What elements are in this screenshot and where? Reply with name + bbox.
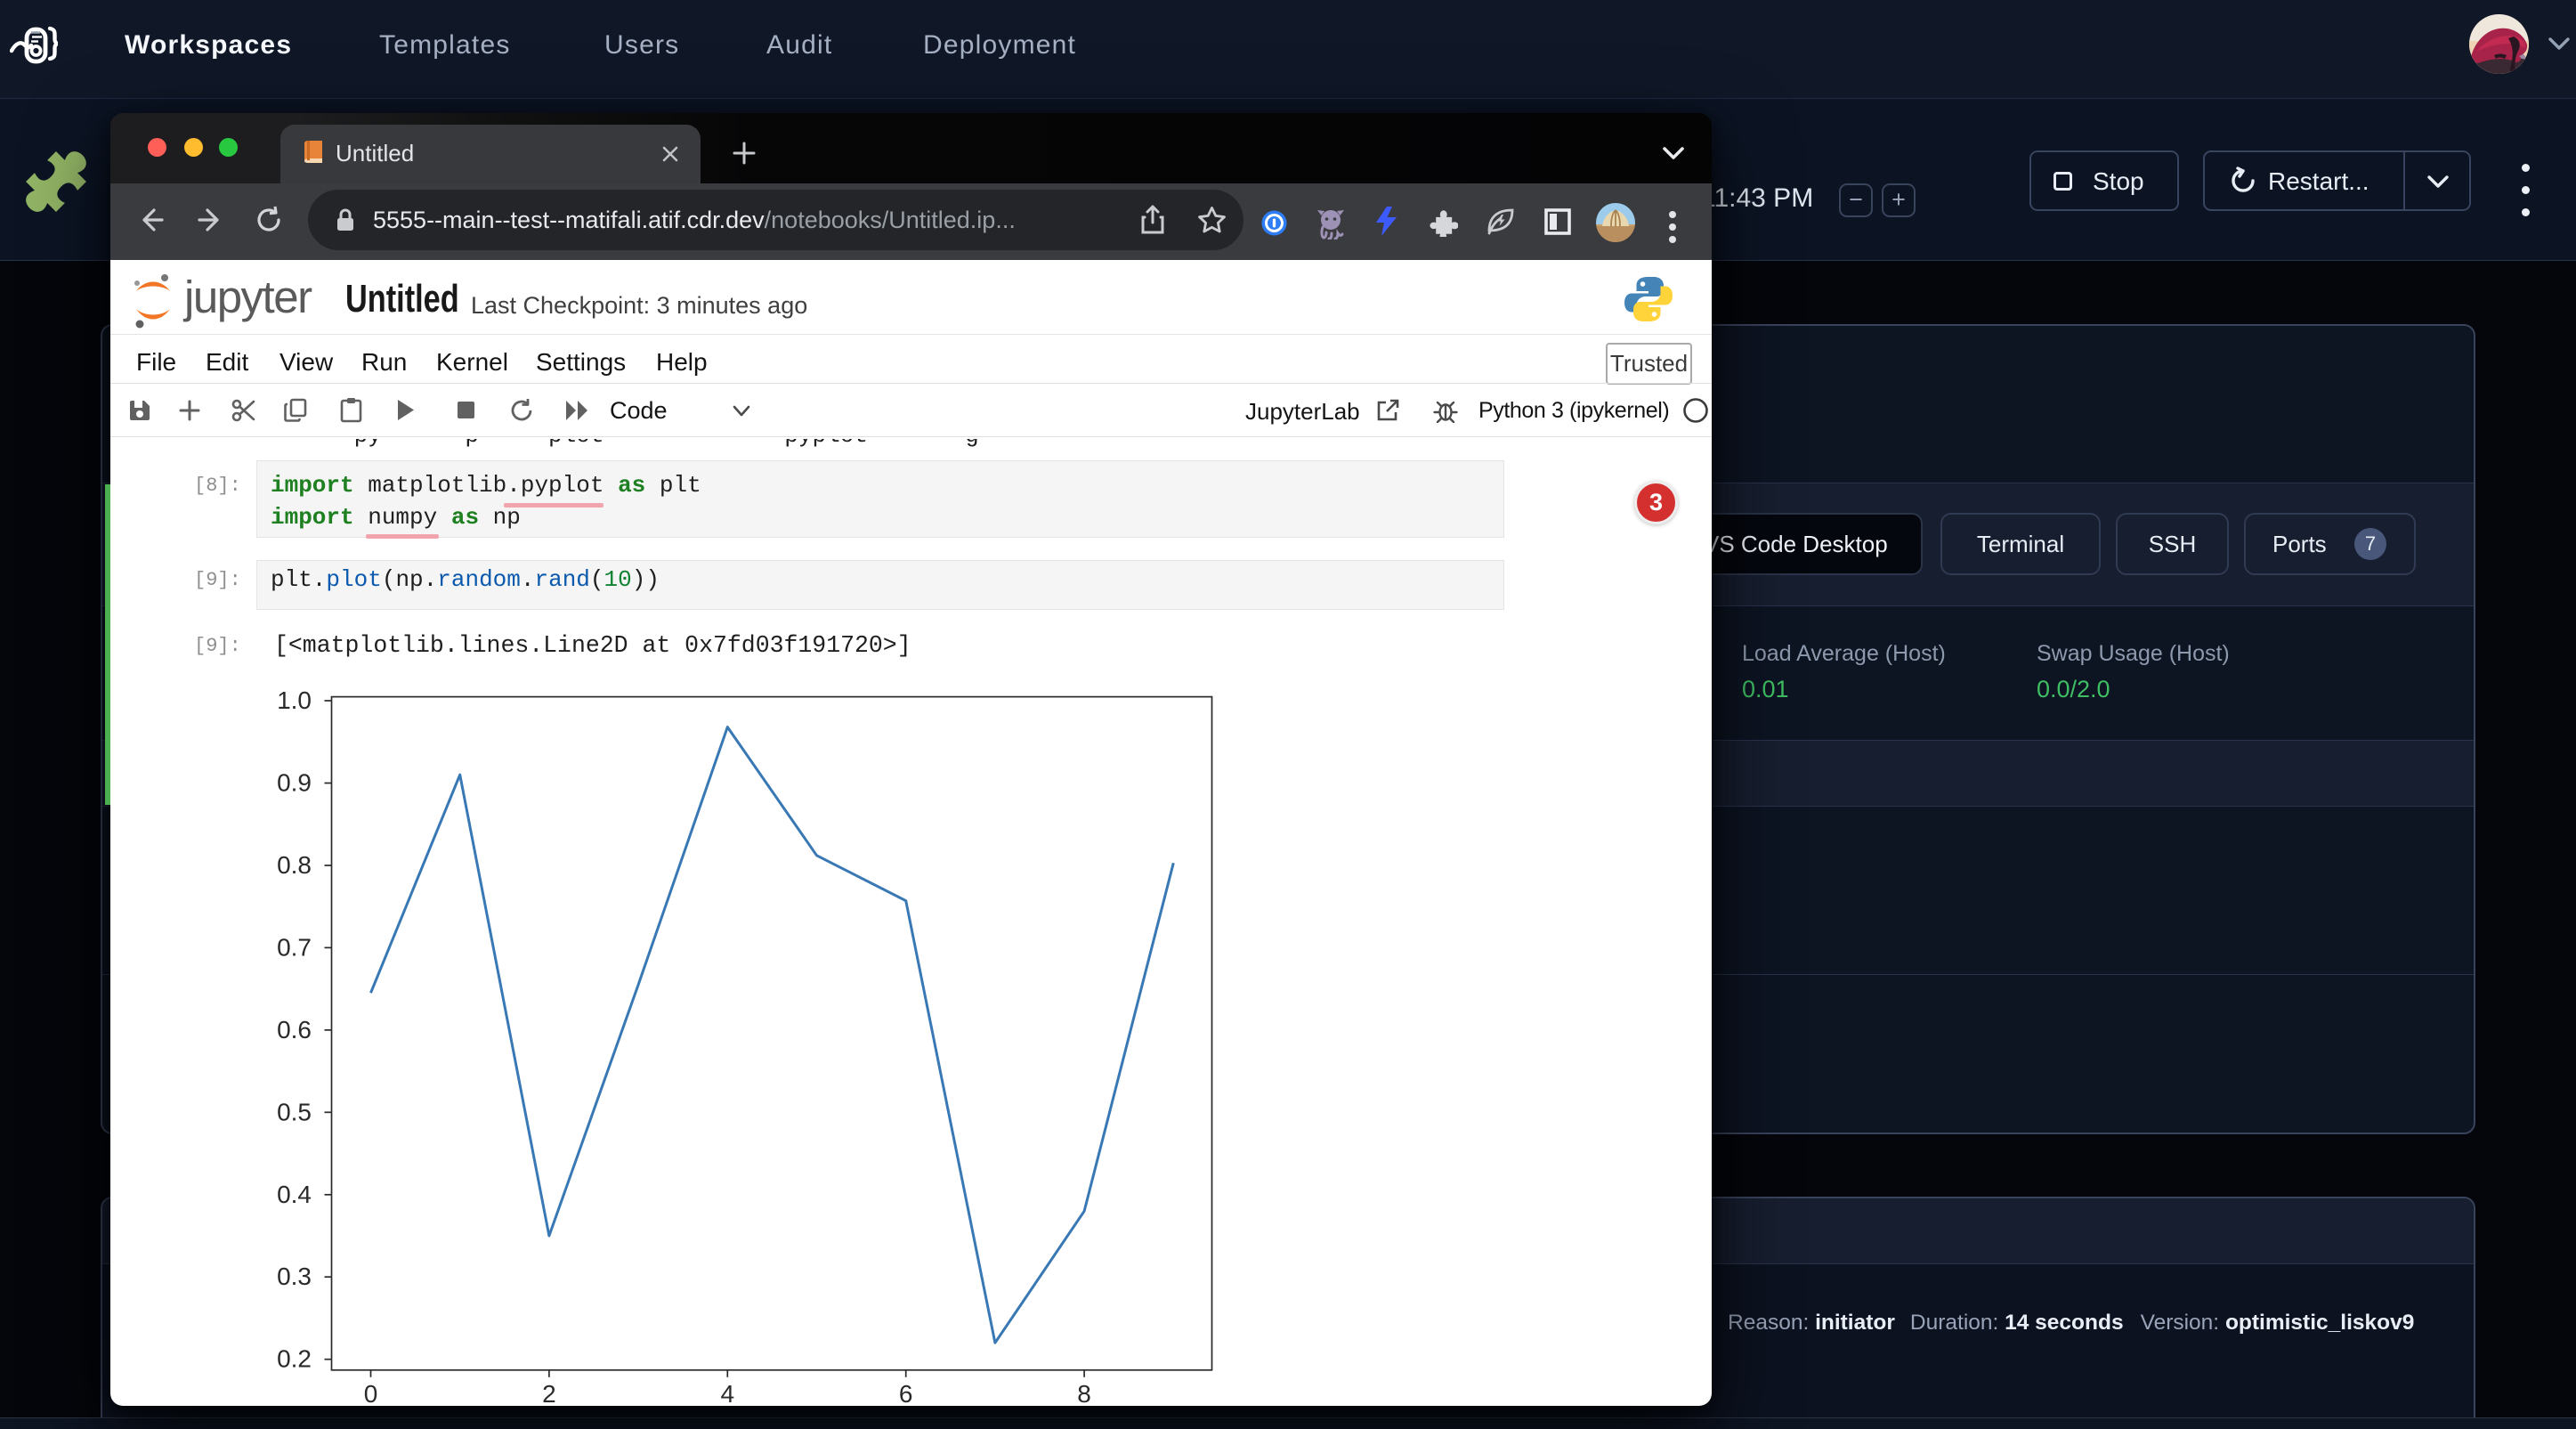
svg-text:0.3: 0.3 [277,1263,312,1290]
svg-text:1.0: 1.0 [277,686,312,714]
svg-text:2: 2 [542,1380,556,1406]
svg-text:0: 0 [364,1380,378,1406]
svg-text:0.5: 0.5 [277,1098,312,1125]
svg-text:8: 8 [1077,1380,1091,1406]
svg-text:0.8: 0.8 [277,851,312,879]
svg-text:0.7: 0.7 [277,933,312,961]
svg-text:0.6: 0.6 [277,1016,312,1043]
svg-text:4: 4 [721,1380,735,1406]
svg-text:0.2: 0.2 [277,1345,312,1373]
svg-text:6: 6 [899,1380,913,1406]
svg-text:0.4: 0.4 [277,1181,312,1208]
svg-text:0.9: 0.9 [277,769,312,797]
